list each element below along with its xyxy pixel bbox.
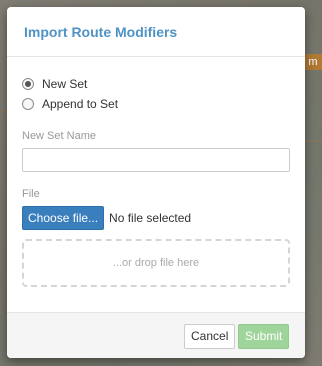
map-road [305,140,322,142]
radio-label: New Set [42,77,88,91]
import-dialog: Import Route Modifiers New Set Append to… [7,7,305,358]
set-name-input[interactable] [22,148,290,172]
dialog-title: Import Route Modifiers [24,24,178,40]
radio-button[interactable] [22,98,34,110]
set-name-label: New Set Name [22,130,96,142]
dialog-footer: Cancel Submit [7,312,305,358]
file-picker: Choose file... No file selected [22,206,290,230]
dialog-header: Import Route Modifiers [7,7,305,57]
map-road [0,110,7,112]
file-dropzone[interactable]: ...or drop file here [22,239,290,287]
radio-append-to-set[interactable]: Append to Set [22,94,290,114]
radio-button[interactable] [22,78,34,90]
dropzone-text: ...or drop file here [112,257,200,269]
map-badge: m [304,54,322,70]
radio-label: Append to Set [42,97,119,111]
choose-file-button[interactable]: Choose file... [22,206,105,230]
submit-button[interactable]: Submit [238,324,290,349]
file-status: No file selected [109,211,192,225]
cancel-button[interactable]: Cancel [184,324,236,349]
radio-new-set[interactable]: New Set [22,74,290,94]
dialog-body: New Set Append to Set New Set Name File … [7,57,305,287]
file-label: File [22,188,40,200]
